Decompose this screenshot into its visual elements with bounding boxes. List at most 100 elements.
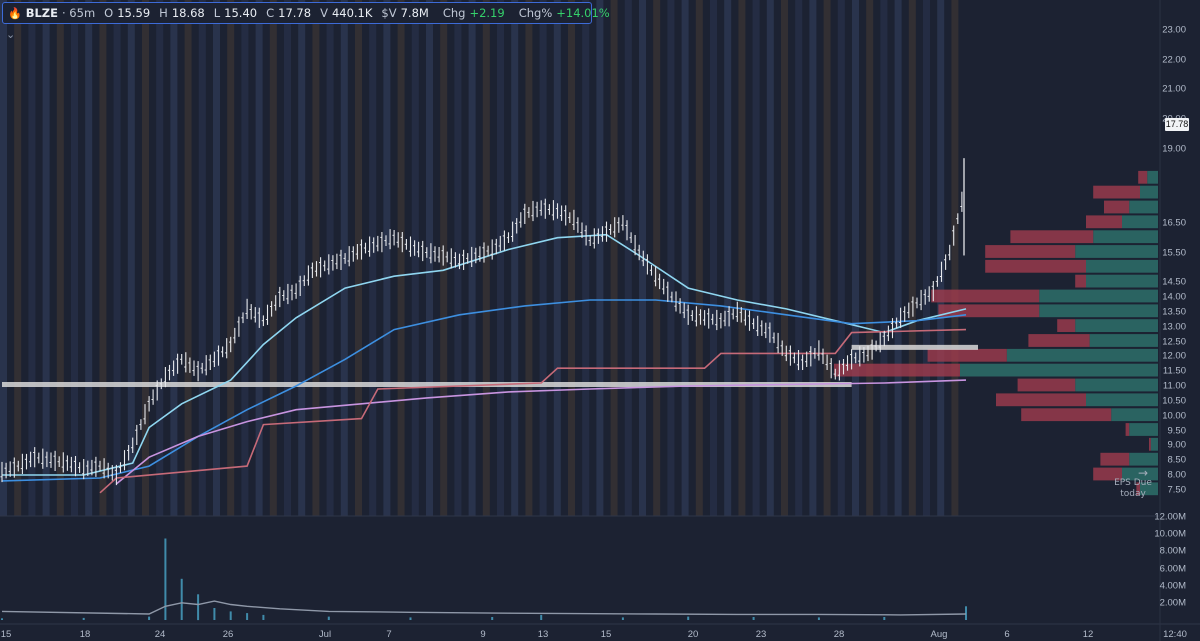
session-stripe	[624, 0, 632, 516]
price-chart[interactable]	[0, 0, 1200, 641]
price-tick-label: 15.50	[1162, 247, 1186, 258]
dollar-volume-label: $V	[381, 6, 397, 20]
session-stripe	[142, 0, 149, 516]
session-stripe	[127, 0, 135, 516]
volume-bar	[817, 617, 820, 620]
volume-bar	[965, 606, 967, 620]
time-tick-label: Aug	[930, 629, 948, 640]
volume-bar	[621, 617, 624, 620]
change-value: +2.19	[469, 6, 505, 20]
time-tick-label: 23	[755, 629, 767, 640]
profile-up-bar	[1129, 452, 1158, 466]
time-tick-label: 15	[600, 629, 612, 640]
price-tick-label: 12.50	[1162, 336, 1186, 347]
session-stripe	[284, 0, 291, 516]
price-tick-label: 14.00	[1162, 291, 1186, 303]
profile-up-bar	[1086, 393, 1158, 407]
session-stripe	[383, 0, 391, 516]
profile-down-bar	[938, 304, 1040, 318]
price-tick-label: 10.00	[1162, 410, 1186, 422]
low-value: 15.40	[224, 6, 258, 20]
open-label: O	[104, 6, 114, 20]
price-tick-label: 19.00	[1162, 143, 1186, 155]
profile-up-bar	[1075, 319, 1158, 332]
open-value: 15.59	[117, 6, 151, 20]
flame-icon: 🔥	[8, 6, 22, 20]
session-stripe	[184, 0, 192, 516]
volume-bar	[883, 617, 886, 620]
session-stripe	[255, 0, 263, 516]
session-stripe	[667, 0, 675, 516]
time-tick-label: 26	[222, 629, 234, 640]
volume-bar	[213, 608, 216, 620]
time-tick-label: 13	[537, 629, 549, 640]
profile-down-bar	[1093, 185, 1140, 199]
profile-down-bar	[1086, 215, 1122, 229]
session-stripe	[752, 0, 760, 516]
session-stripe	[170, 0, 178, 516]
session-stripe	[553, 0, 561, 516]
chevron-down-icon[interactable]: ⌄	[6, 28, 15, 41]
volume-bar	[491, 617, 494, 620]
high-label: H	[159, 6, 168, 20]
volume-tick-label: 8.00M	[1159, 545, 1186, 557]
profile-down-bar	[1100, 452, 1130, 466]
session-stripe	[568, 0, 575, 516]
volume-tick-label: 10.00M	[1154, 528, 1186, 540]
price-tick-label: 13.00	[1162, 321, 1186, 333]
profile-down-bar	[985, 259, 1086, 273]
session-stripe	[596, 0, 604, 516]
profile-up-bar	[960, 363, 1158, 377]
time-tick-label: Jul	[318, 629, 332, 640]
time-tick-label: 12:40	[1163, 629, 1187, 640]
session-stripe	[681, 0, 689, 516]
volume-bar	[409, 617, 412, 620]
interval[interactable]: · 65m	[62, 6, 95, 20]
session-stripe	[880, 0, 888, 516]
time-tick-label: 18	[79, 629, 91, 640]
time-tick-label: 6	[1004, 629, 1010, 640]
profile-up-bar	[1075, 378, 1158, 392]
session-stripe	[42, 0, 50, 516]
profile-up-bar	[1150, 437, 1158, 451]
session-stripe	[539, 0, 547, 516]
session-stripe	[525, 0, 533, 516]
session-stripe	[227, 0, 235, 516]
price-tick-label: 7.50	[1167, 484, 1187, 496]
session-stripe	[312, 0, 320, 516]
chart-window: 🔥 BLZE · 65m O 15.59 H 18.68 L 15.40 C 17.78…	[0, 0, 1200, 641]
profile-down-bar	[1149, 437, 1151, 451]
time-tick-label: 7	[386, 629, 392, 640]
session-stripe	[14, 0, 22, 516]
change-label: Chg	[442, 6, 466, 20]
session-stripe	[411, 0, 419, 516]
session-stripe	[198, 0, 206, 516]
volume-value: 440.1K	[331, 6, 373, 20]
session-stripe	[795, 0, 803, 516]
eps-event-marker[interactable]: EPS Due today	[1112, 478, 1154, 500]
profile-up-bar	[1086, 274, 1158, 288]
symbol-info-bar[interactable]: 🔥 BLZE · 65m O 15.59 H 18.68 L 15.40 C 17.78…	[2, 2, 610, 24]
profile-down-bar	[1028, 334, 1090, 347]
time-tick-label: 24	[154, 629, 166, 640]
profile-up-bar	[1111, 408, 1158, 422]
session-stripe	[923, 0, 930, 516]
session-stripe	[738, 0, 746, 516]
volume-bar	[540, 614, 543, 620]
session-stripe	[369, 0, 377, 516]
profile-down-bar	[1057, 319, 1076, 332]
profile-up-bar	[1122, 215, 1158, 229]
session-stripe	[951, 0, 959, 516]
profile-up-bar	[1039, 289, 1158, 303]
profile-down-bar	[927, 348, 1007, 362]
session-stripe	[99, 0, 107, 516]
time-tick-label: 9	[480, 629, 486, 640]
price-tick-label: 12.00	[1162, 350, 1186, 362]
session-stripe	[823, 0, 831, 516]
profile-down-bar	[931, 289, 1040, 303]
session-stripe	[837, 0, 845, 516]
session-stripe	[397, 0, 405, 516]
session-stripe	[71, 0, 78, 516]
price-tick-label: 9.00	[1167, 439, 1187, 451]
symbol-name[interactable]: BLZE	[26, 6, 58, 20]
